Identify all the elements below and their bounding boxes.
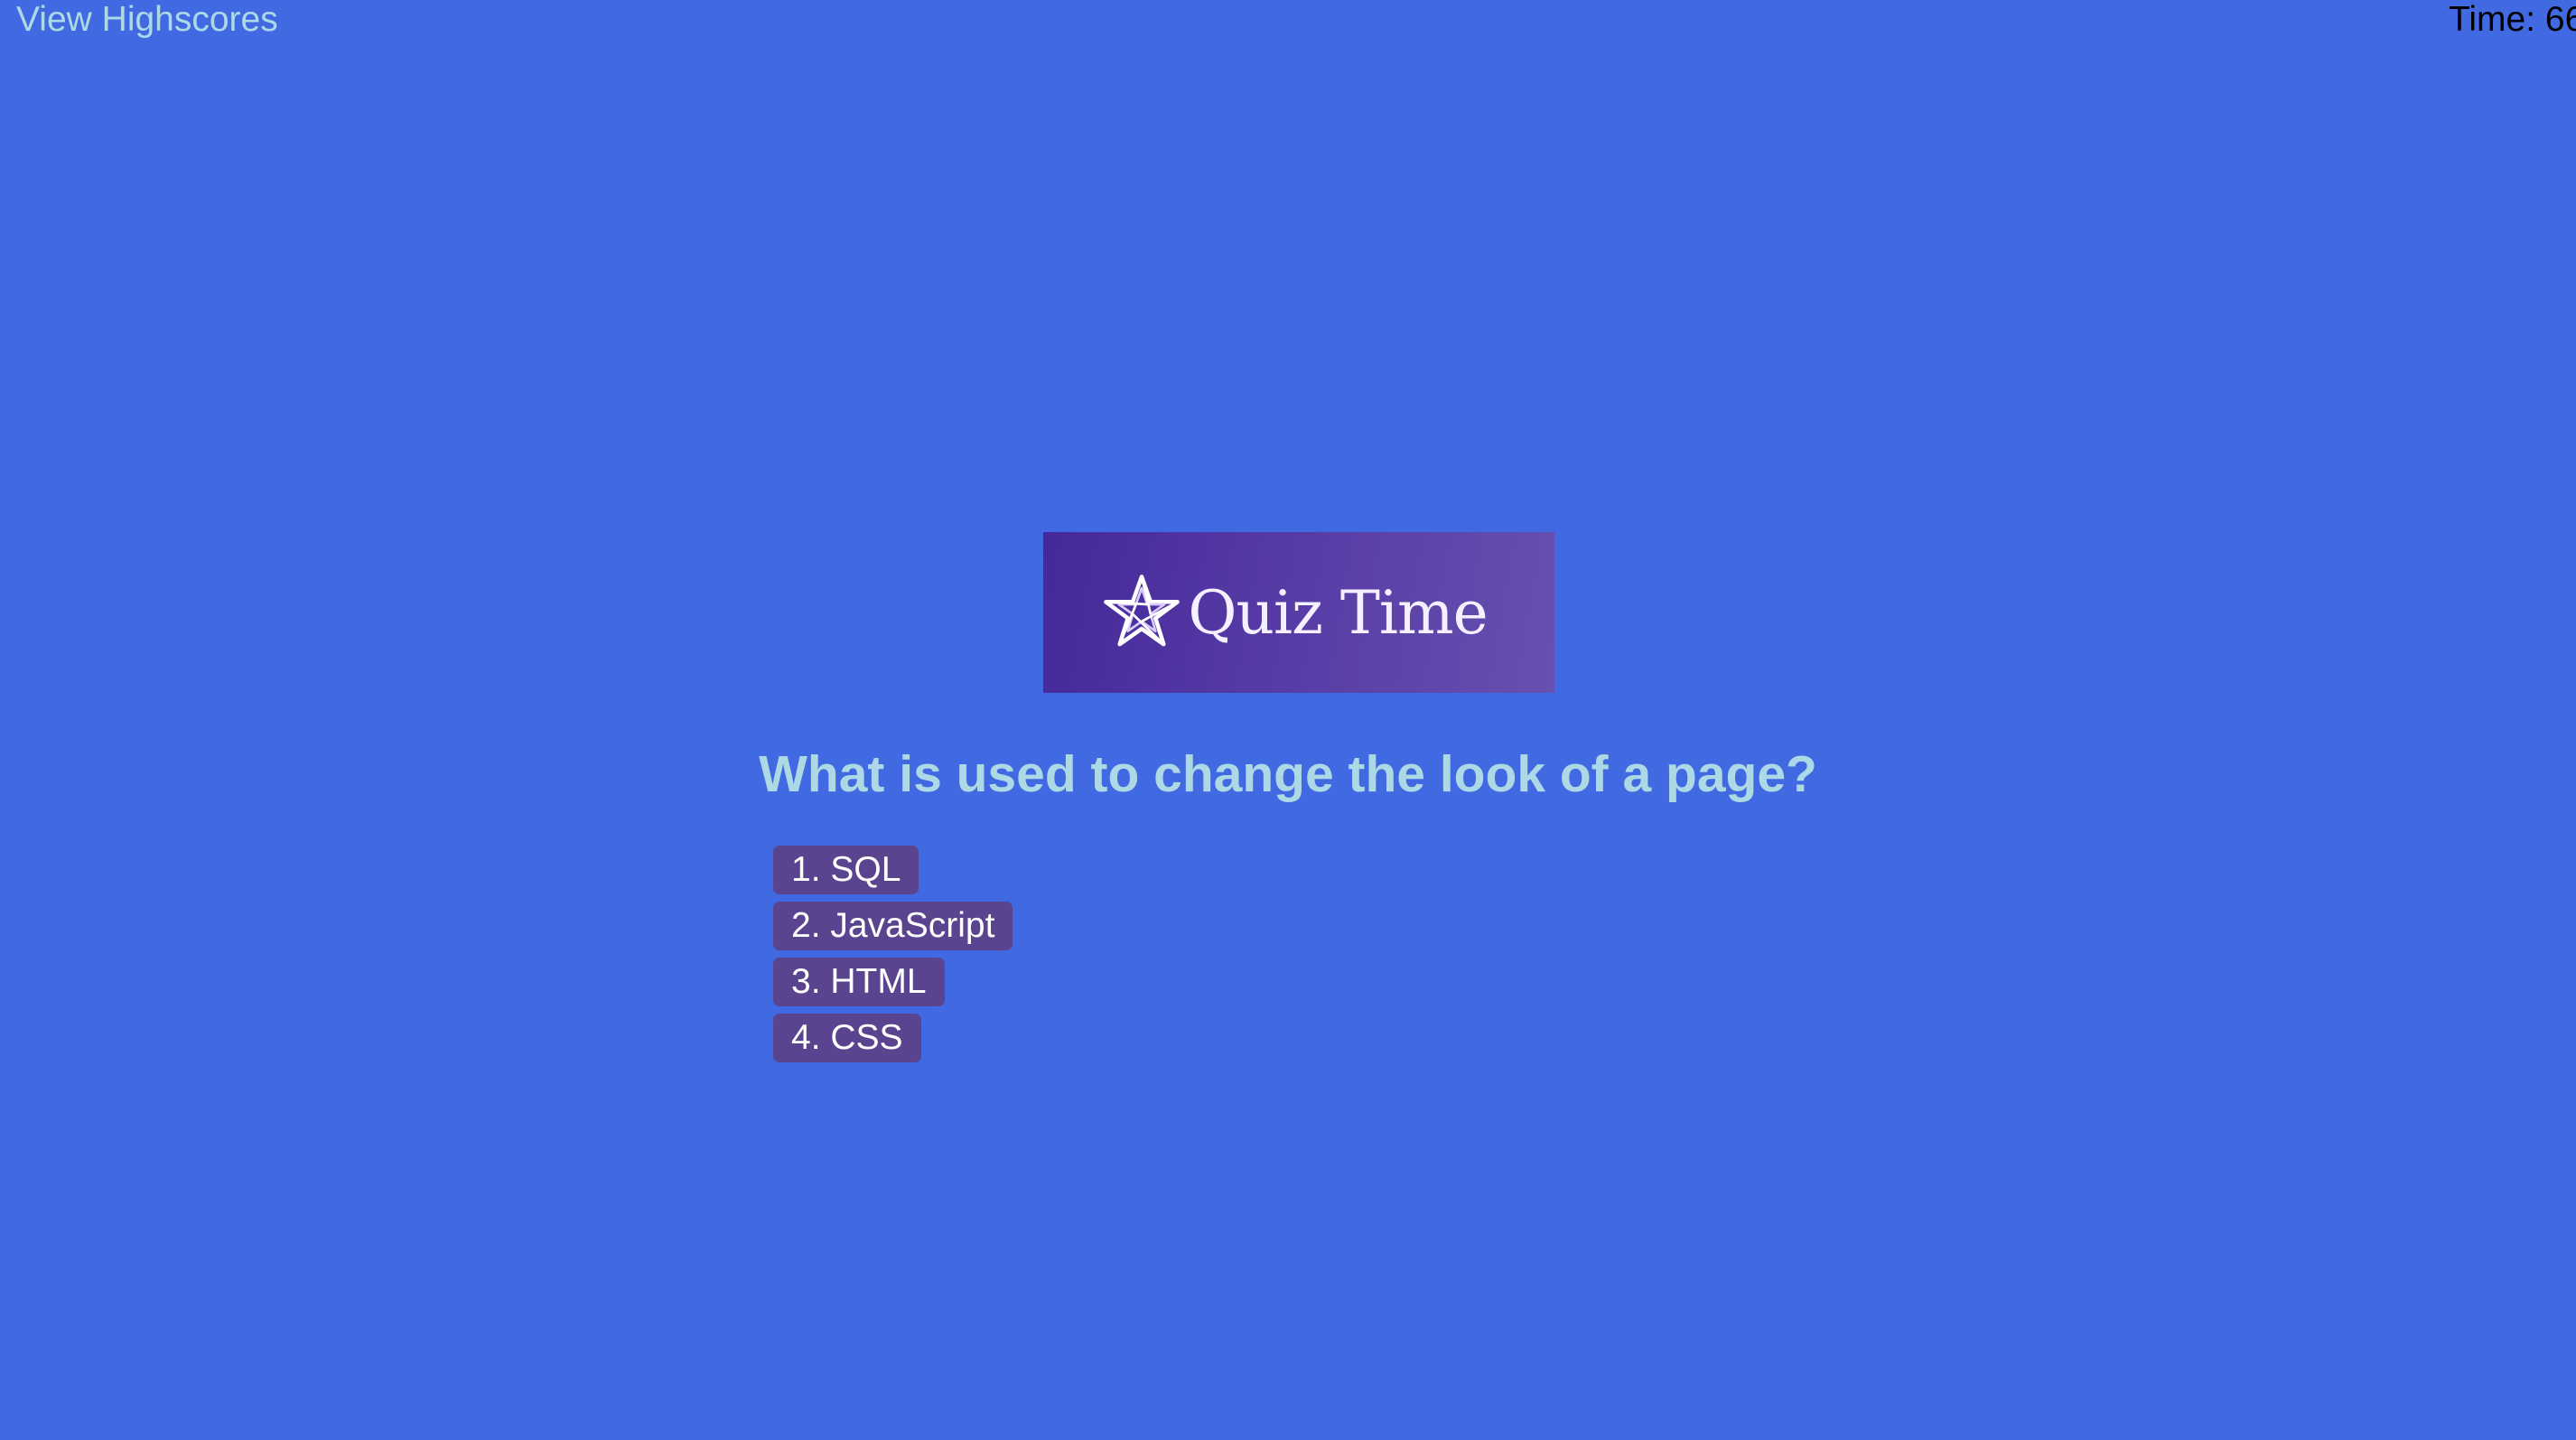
answer-button-html[interactable]: 3. HTML [773,958,945,1006]
answer-button-javascript[interactable]: 2. JavaScript [773,902,1013,950]
quiz-banner: Quiz Time [1043,532,1554,693]
star-logo-icon [1104,575,1181,647]
answer-item: 2. JavaScript [773,902,1013,950]
banner-title: Quiz Time [1188,577,1488,648]
question-text: What is used to change the look of a pag… [759,745,1817,803]
answer-item: 3. HTML [773,958,1013,1006]
answer-button-sql[interactable]: 1. SQL [773,846,919,894]
view-highscores-link[interactable]: View Highscores [16,0,278,40]
answer-button-css[interactable]: 4. CSS [773,1014,921,1062]
answer-choices: 1. SQL 2. JavaScript 3. HTML 4. CSS [773,846,1013,1070]
answer-item: 1. SQL [773,846,1013,894]
answer-item: 4. CSS [773,1014,1013,1062]
timer-display: Time: 66 [2449,0,2576,39]
